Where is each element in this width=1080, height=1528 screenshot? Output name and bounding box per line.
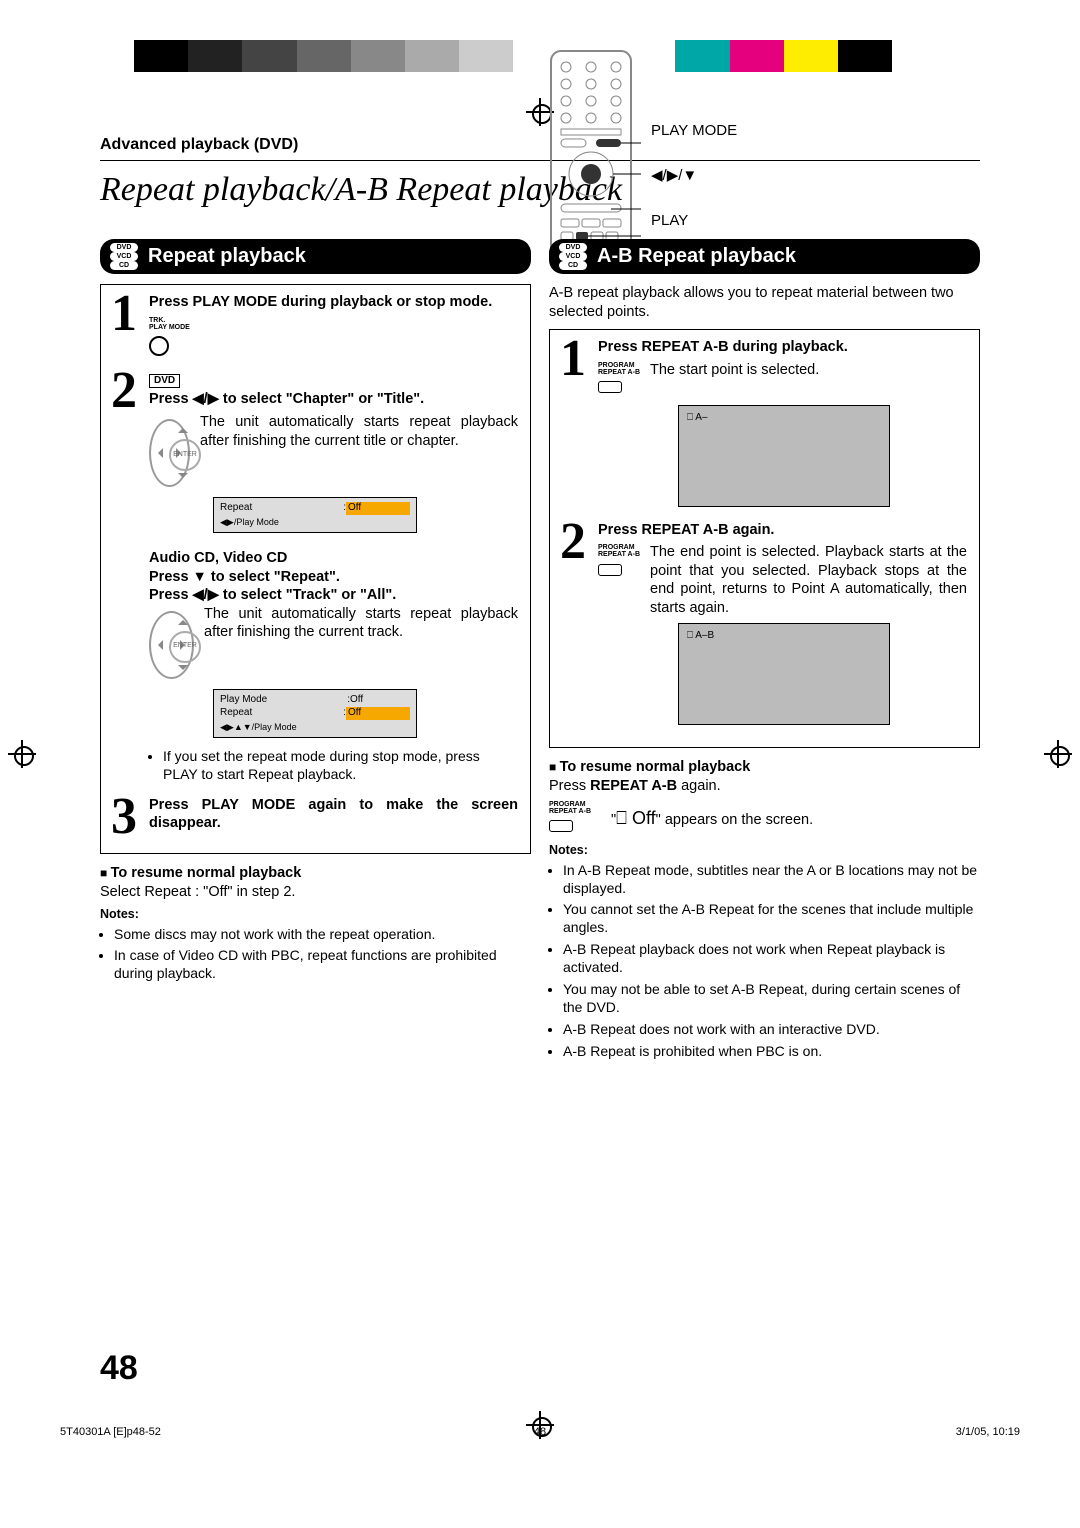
button-rect-icon bbox=[598, 564, 622, 576]
trk-playmode-icon: TRK. PLAY MODE bbox=[149, 317, 190, 331]
heading-text: A-B Repeat playback bbox=[597, 244, 796, 270]
step1-header: Press PLAY MODE during playback or stop … bbox=[149, 293, 518, 312]
step-number-1: 1 bbox=[111, 293, 143, 362]
resume-title-right: To resume normal playback bbox=[549, 758, 980, 777]
ab-step2-header: Press REPEAT A-B again. bbox=[598, 521, 967, 540]
note-item: Some discs may not work with the repeat … bbox=[114, 926, 531, 944]
step2-header: Press ◀/▶ to select "Chapter" or "Title"… bbox=[149, 390, 518, 409]
program-repeat-icon: PROGRAM REPEAT A-B bbox=[598, 544, 640, 558]
step2-note: If you set the repeat mode during stop m… bbox=[163, 748, 518, 784]
heading-text: Repeat playback bbox=[148, 244, 306, 270]
dpad-icon: ENTER bbox=[149, 611, 194, 679]
remote-label-play: PLAY bbox=[651, 211, 738, 230]
button-circle-icon bbox=[149, 336, 169, 356]
heading-ab-repeat: DVD VCD CD A-B Repeat playback bbox=[549, 239, 980, 274]
program-repeat-icon: PROGRAM REPEAT A-B bbox=[598, 362, 640, 376]
remote-label-playmode: PLAY MODE bbox=[651, 121, 738, 140]
step-3: 3 Press PLAY MODE again to make the scre… bbox=[111, 796, 518, 838]
note-item: You cannot set the A-B Repeat for the sc… bbox=[563, 901, 980, 937]
ab-intro: A-B repeat playback allows you to repeat… bbox=[549, 284, 980, 321]
osd-table-1: Repeat:Off ◀▶/Play Mode bbox=[213, 497, 417, 533]
badge-cd: CD bbox=[559, 261, 587, 270]
notes-label-right: Notes: bbox=[549, 842, 980, 858]
remote-label-arrows: ◀/▶/▼ bbox=[651, 166, 738, 185]
audiocd-header2: Press ▼ to select "Repeat". bbox=[149, 568, 518, 587]
step2-body: The unit automatically starts repeat pla… bbox=[200, 413, 518, 450]
step-number-2: 2 bbox=[111, 370, 143, 788]
right-column: DVD VCD CD A-B Repeat playback A-B repea… bbox=[549, 239, 980, 1065]
resume-body-right: Press REPEAT A-B again. bbox=[549, 777, 980, 796]
note-item: In A-B Repeat mode, subtitles near the A… bbox=[563, 862, 980, 898]
steps-box-left: 1 Press PLAY MODE during playback or sto… bbox=[100, 284, 531, 854]
notes-list-left: Some discs may not work with the repeat … bbox=[100, 926, 531, 984]
footer-mid: 48 bbox=[380, 1426, 700, 1438]
step-number-2: 2 bbox=[560, 521, 592, 732]
ab-step1-header: Press REPEAT A-B during playback. bbox=[598, 338, 967, 357]
audiocd-header3: Press ◀/▶ to select "Track" or "All". bbox=[149, 586, 518, 605]
badge-cd: CD bbox=[110, 261, 138, 270]
resume-body: Select Repeat : "Off" in step 2. bbox=[100, 883, 531, 902]
badge-dvd: DVD bbox=[110, 243, 138, 252]
steps-box-right: 1 Press REPEAT A-B during playback. PROG… bbox=[549, 329, 980, 748]
off-message: "⎕ Off" appears on the screen. bbox=[611, 807, 813, 830]
enter-button-icon: ENTER bbox=[169, 631, 201, 663]
step-1-ab: 1 Press REPEAT A-B during playback. PROG… bbox=[560, 338, 967, 513]
registration-mark-right bbox=[1044, 740, 1072, 773]
registration-mark-left bbox=[8, 740, 36, 773]
program-repeat-icon: PROGRAM REPEAT A-B bbox=[549, 801, 591, 815]
step3-header: Press PLAY MODE again to make the screen… bbox=[149, 796, 518, 833]
note-item: A-B Repeat does not work with an interac… bbox=[563, 1021, 980, 1039]
notes-label: Notes: bbox=[100, 906, 531, 922]
button-rect-icon bbox=[549, 820, 573, 832]
enter-button-icon: ENTER bbox=[169, 439, 201, 471]
screen-preview-ab: ⎕ A–B bbox=[678, 623, 890, 725]
remote-icon bbox=[541, 49, 641, 269]
note-item: A-B Repeat is prohibited when PBC is on. bbox=[563, 1043, 980, 1061]
screen-tag-ab: ⎕ A–B bbox=[687, 630, 714, 643]
note-item: In case of Video CD with PBC, repeat fun… bbox=[114, 947, 531, 983]
screen-tag-a: ⎕ A– bbox=[687, 412, 707, 425]
step-1: 1 Press PLAY MODE during playback or sto… bbox=[111, 293, 518, 362]
notes-list-right: In A-B Repeat mode, subtitles near the A… bbox=[549, 862, 980, 1061]
step-number-3: 3 bbox=[111, 796, 143, 838]
audiocd-body: The unit automatically starts repeat pla… bbox=[204, 605, 518, 642]
manual-page: Advanced playback (DVD) Repeat playback/… bbox=[0, 0, 1080, 1528]
ab-step2-body: The end point is selected. Playback star… bbox=[650, 543, 967, 617]
badge-vcd: VCD bbox=[110, 252, 138, 261]
badge-vcd: VCD bbox=[559, 252, 587, 261]
dvd-badge: DVD bbox=[149, 374, 180, 389]
button-rect-icon bbox=[598, 381, 622, 393]
note-item: A-B Repeat playback does not work when R… bbox=[563, 941, 980, 977]
heading-repeat-playback: DVD VCD CD Repeat playback bbox=[100, 239, 531, 274]
footer-right: 3/1/05, 10:19 bbox=[700, 1426, 1020, 1438]
resume-title: To resume normal playback bbox=[100, 864, 531, 883]
dpad-icon: ENTER bbox=[149, 419, 190, 487]
audiocd-header1: Audio CD, Video CD bbox=[149, 549, 518, 568]
ab-step1-body: The start point is selected. bbox=[650, 361, 819, 380]
note-item: You may not be able to set A-B Repeat, d… bbox=[563, 981, 980, 1017]
step-2-ab: 2 Press REPEAT A-B again. PROGRAM REPEAT… bbox=[560, 521, 967, 732]
step-2: 2 DVD Press ◀/▶ to select "Chapter" or "… bbox=[111, 370, 518, 788]
step-number-1: 1 bbox=[560, 338, 592, 513]
print-footer: 5T40301A [E]p48-52 48 3/1/05, 10:19 bbox=[60, 1425, 1020, 1438]
footer-left: 5T40301A [E]p48-52 bbox=[60, 1426, 380, 1438]
page-number: 48 bbox=[100, 1349, 138, 1388]
left-column: PLAY MODE ◀/▶/▼ PLAY REPEAT A-B DVD VCD … bbox=[100, 239, 531, 1065]
screen-preview-a: ⎕ A– bbox=[678, 405, 890, 507]
osd-table-2: Play Mode:Off Repeat:Off ◀▶▲▼/Play Mode bbox=[213, 689, 417, 738]
badge-dvd: DVD bbox=[559, 243, 587, 252]
